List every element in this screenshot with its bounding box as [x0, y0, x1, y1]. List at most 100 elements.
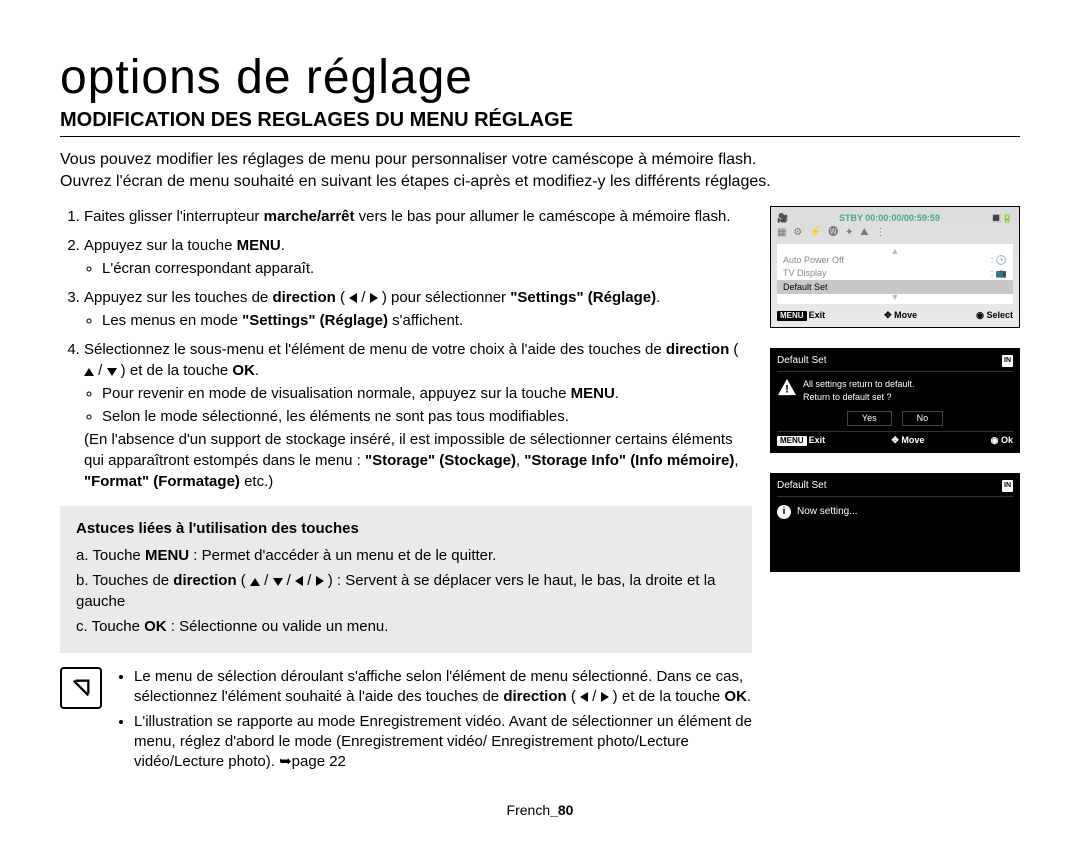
move-icon: ✥	[884, 310, 894, 320]
step-4-bullet-3f: "Format" (Formatage)	[84, 473, 240, 490]
note-2: L'illustration se rapporte au mode Enreg…	[134, 712, 752, 773]
note-1b: direction	[503, 688, 566, 705]
step-4-bullet-3g: etc.)	[240, 473, 273, 490]
intro-line-2: Ouvrez l'écran de menu souhaité en suiva…	[60, 173, 771, 190]
chevron-left-icon	[295, 576, 303, 586]
select-label: Select	[986, 310, 1013, 320]
page: options de réglage MODIFICATION DES REGL…	[0, 0, 1080, 848]
tip-a-bold: MENU	[145, 547, 189, 564]
tip-b-mid: (	[237, 572, 250, 589]
step-2-text-a: Appuyez sur la touche	[84, 237, 237, 254]
note-block: Le menu de sélection déroulant s'affiche…	[60, 667, 752, 776]
record-icon: 🎥	[777, 213, 788, 224]
note-text: Le menu de sélection déroulant s'affiche…	[116, 667, 752, 776]
step-4-text-g: .	[255, 362, 259, 379]
tip-b-sep3: /	[303, 572, 316, 589]
step-4-bold: direction	[666, 341, 729, 358]
settings-menu-panel: ▲ Auto Power Off: 🕒 TV Display: 📺 Defaul…	[777, 244, 1013, 304]
menu-button-label: MENU	[777, 436, 807, 446]
page-footer: French_80	[60, 802, 1020, 818]
step-1-text-c: vers le bas pour allumer le caméscope à …	[355, 208, 731, 225]
dialog-title: Default Set	[777, 480, 826, 492]
step-4-text-a: Sélectionnez le sous-menu et l'élément d…	[84, 341, 666, 358]
step-4: Sélectionnez le sous-menu et l'élément d…	[84, 339, 752, 492]
step-4-bullet-3d: "Storage Info" (Info mémoire)	[524, 452, 734, 469]
exit-label: Exit	[809, 435, 826, 445]
step-3-text-g: .	[656, 289, 660, 306]
time-counter: 00:00:00/00:59:59	[865, 213, 940, 223]
step-4-bullet-1: Pour revenir en mode de visualisation no…	[102, 383, 752, 404]
step-3-bullet-a: Les menus en mode	[102, 312, 242, 329]
step-4-bullet-1c: .	[615, 385, 619, 402]
step-3-text-e: ) pour sélectionner	[378, 289, 511, 306]
chevron-up-icon	[250, 578, 260, 586]
chevron-right-icon	[370, 293, 378, 303]
move-label: Move	[901, 435, 924, 445]
chevron-down-icon	[107, 368, 117, 376]
ok-label: Ok	[1001, 435, 1013, 445]
tip-c-pre: c. Touche	[76, 618, 144, 635]
footer-page: _80	[550, 802, 573, 818]
step-4-paren-open: (	[729, 341, 738, 358]
screenshots-column: 🎥 STBY 00:00:00/00:59:59 🔳🔋 ▦ ⚙ ⚡ 🅦 ✦ ⛰ …	[770, 206, 1020, 776]
step-3-bold: direction	[272, 289, 335, 306]
step-4-bullet-1a: Pour revenir en mode de visualisation no…	[102, 385, 571, 402]
step-1-text-a: Faites glisser l'interrupteur	[84, 208, 264, 225]
dialog-line-1: All settings return to default.	[803, 378, 915, 391]
document-title: options de réglage	[60, 50, 1020, 105]
move-label: Move	[894, 310, 917, 320]
dialog-line-2: Return to default set ?	[803, 391, 915, 404]
chevron-down-icon	[273, 578, 283, 586]
note-1g: .	[747, 688, 751, 705]
step-4-bullet-1b: MENU	[571, 385, 615, 402]
tips-box: Astuces liées à l'utilisation des touche…	[60, 506, 752, 653]
step-4-sep: /	[94, 362, 107, 379]
tip-a: a. Touche MENU : Permet d'accéder à un m…	[76, 545, 736, 566]
storage-in-icon: IN	[1002, 355, 1013, 367]
step-3-bullet: Les menus en mode "Settings" (Réglage) s…	[102, 310, 752, 331]
instructions-column: Faites glisser l'interrupteur marche/arr…	[60, 206, 752, 776]
yes-button[interactable]: Yes	[847, 411, 892, 426]
no-button[interactable]: No	[902, 411, 944, 426]
step-4-bullet-2: Selon le mode sélectionné, les éléments …	[102, 406, 752, 427]
tip-c: c. Touche OK : Sélectionne ou valide un …	[76, 616, 736, 637]
step-2-bold: MENU	[237, 237, 281, 254]
dialog-title: Default Set	[777, 355, 826, 367]
tip-b-bold: direction	[173, 572, 236, 589]
step-2-bullet: L'écran correspondant apparaît.	[102, 258, 752, 279]
tip-b-sep1: /	[260, 572, 273, 589]
steps-list: Faites glisser l'interrupteur marche/arr…	[60, 206, 752, 492]
note-1d: /	[588, 688, 601, 705]
screen-footer: MENUExit ✥ Move ◉ Ok	[777, 431, 1013, 446]
tip-b-sep2: /	[283, 572, 296, 589]
chevron-up-icon	[84, 368, 94, 376]
tips-title: Astuces liées à l'utilisation des touche…	[76, 518, 736, 539]
step-3-bullet-c: s'affichent.	[388, 312, 463, 329]
note-1f: OK	[724, 688, 747, 705]
camcorder-screen-menu: 🎥 STBY 00:00:00/00:59:59 🔳🔋 ▦ ⚙ ⚡ 🅦 ✦ ⛰ …	[770, 206, 1020, 328]
tip-b: b. Touches de direction ( / / / ) : Serv…	[76, 570, 736, 612]
step-3-text-a: Appuyez sur les touches de	[84, 289, 272, 306]
note-1e: ) et de la touche	[609, 688, 725, 705]
chevron-right-icon	[316, 576, 324, 586]
intro-text: Vous pouvez modifier les réglages de men…	[60, 149, 1020, 192]
progress-text: Now setting...	[797, 506, 858, 518]
step-3-bold-f: "Settings" (Réglage)	[510, 289, 656, 306]
chevron-left-icon	[349, 293, 357, 303]
svg-text:!: !	[785, 384, 789, 396]
menu-button-label: MENU	[777, 311, 807, 321]
warning-icon: !	[777, 378, 797, 396]
chevron-right-icon	[601, 692, 609, 702]
top-icon-row: ▦ ⚙ ⚡ 🅦 ✦ ⛰ ⋮	[777, 224, 1013, 242]
move-icon: ✥	[891, 435, 901, 445]
step-3: Appuyez sur les touches de direction ( /…	[84, 287, 752, 331]
note-1: Le menu de sélection déroulant s'affiche…	[134, 667, 752, 708]
step-3-paren-open: (	[336, 289, 349, 306]
step-3-sep: /	[357, 289, 370, 306]
step-2-text-c: .	[281, 237, 285, 254]
step-1: Faites glisser l'interrupteur marche/arr…	[84, 206, 752, 227]
note-icon	[60, 667, 102, 709]
battery-icon: 🔳🔋	[991, 213, 1013, 224]
step-2: Appuyez sur la touche MENU. L'écran corr…	[84, 235, 752, 279]
tip-a-pre: a. Touche	[76, 547, 145, 564]
